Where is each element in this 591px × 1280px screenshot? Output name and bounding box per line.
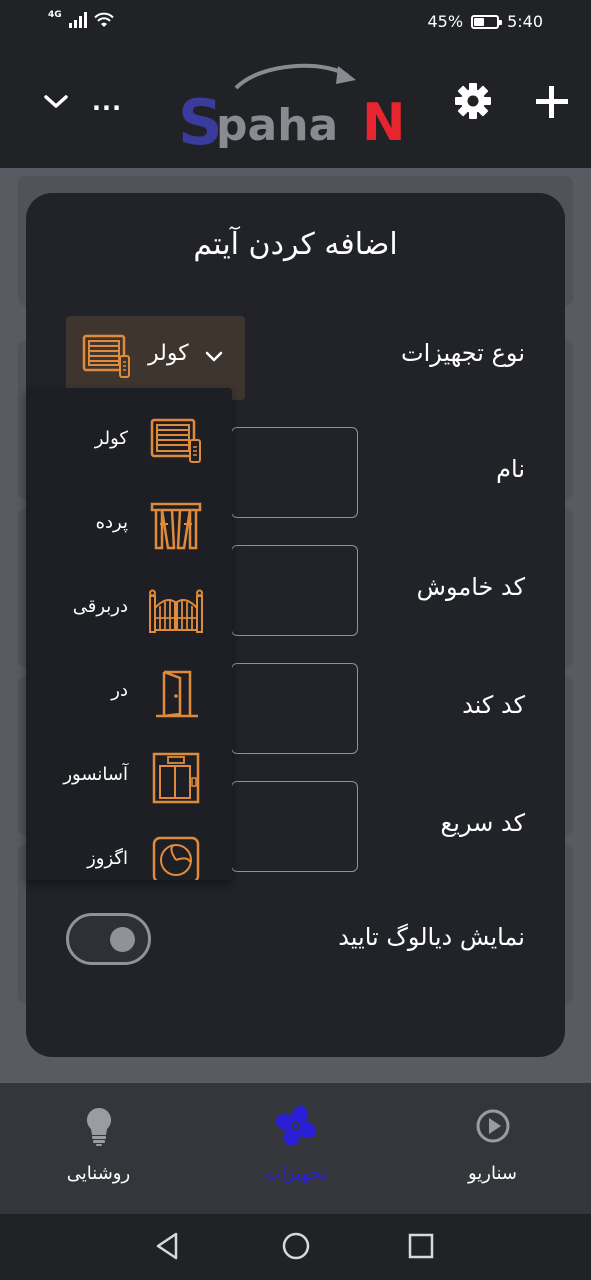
nav-item-devices[interactable]: تجهیزات [197,1083,394,1214]
menu-item-label: دربرقی [72,596,128,617]
more-icon: ... [91,88,123,116]
name-field[interactable] [231,427,358,518]
add-button[interactable] [530,80,574,124]
nav-label: سناریو [468,1163,517,1184]
menu-item-label: آسانسور [63,764,128,785]
menu-item-label: اگزوز [87,848,128,869]
system-home-button[interactable] [280,1230,312,1262]
status-bar: 4G 45% 5:40 [0,0,591,44]
toggle-knob [110,927,135,952]
collapse-button[interactable] [38,84,74,120]
slow-code-label: کد کند [462,691,525,719]
elevator-icon [152,752,200,804]
system-navigation-bar [0,1214,591,1280]
menu-item-label: در [111,680,128,701]
app-bar: ... S paha N [0,44,591,168]
name-label: نام [496,455,525,483]
back-triangle-icon [156,1232,178,1260]
exhaust-fan-icon [152,836,200,880]
fan-icon [275,1105,317,1147]
bottom-navigation: روشنایی تجهیزات سناریو [0,1083,591,1214]
menu-item-label: کولر [94,428,128,449]
confirm-dialog-label: نمایش دیالوگ تایید [338,923,525,951]
cooler-icon [150,418,201,463]
curtain-icon [150,502,202,550]
device-type-selected: کولر [148,341,189,366]
clock: 5:40 [507,12,543,31]
dialog-title: اضافه کردن آیتم [193,227,398,262]
off-code-label: کد خاموش [416,573,525,601]
status-left: 4G [48,10,114,28]
electric-gate-icon [149,589,203,633]
nav-label: روشنایی [66,1163,131,1184]
menu-item-curtain[interactable]: پرده [26,484,232,568]
chevron-down-icon [44,95,68,108]
settings-button[interactable] [452,80,494,122]
chevron-down-icon [205,351,223,362]
system-back-button[interactable] [152,1230,184,1262]
menu-item-elevator[interactable]: آسانسور [26,736,232,820]
door-icon [156,670,198,718]
wifi-icon [93,12,114,27]
menu-item-exhaust-fan[interactable]: اگزوز [26,820,232,880]
svg-text:paha: paha [216,100,338,148]
slow-code-field[interactable] [231,663,358,754]
device-type-menu: کولر پرده دربرقی در آسانسور اگزوز [26,388,232,880]
lightbulb-icon [86,1107,112,1146]
system-recents-button[interactable] [405,1230,437,1262]
spahan-logo: S paha N [178,63,406,148]
home-circle-icon [282,1232,310,1260]
nav-item-lighting[interactable]: روشنایی [0,1083,197,1214]
nav-label: تجهیزات [264,1163,327,1184]
off-code-field[interactable] [231,545,358,636]
menu-item-cooler[interactable]: کولر [26,400,232,484]
device-type-label: نوع تجهیزات [400,339,525,367]
gear-icon [455,83,491,119]
menu-item-door[interactable]: در [26,652,232,736]
recents-square-icon [408,1233,434,1259]
fast-code-label: کد سریع [440,809,525,837]
battery-icon [471,14,503,29]
network-type: 4G [48,10,62,20]
plus-icon [536,86,568,118]
cooler-icon [82,334,130,378]
battery-percent: 45% [427,12,464,31]
battery-fill [474,17,484,26]
menu-item-electric-gate[interactable]: دربرقی [26,568,232,652]
status-right: 45% 5:40 [428,12,544,31]
menu-item-label: پرده [95,512,128,533]
fast-code-field[interactable] [231,781,358,872]
play-circle-icon [476,1109,510,1143]
nav-item-scenario[interactable]: سناریو [394,1083,591,1214]
more-button[interactable]: ... [88,84,126,120]
signal-icon [68,12,87,28]
svg-text:N: N [362,93,406,148]
confirm-dialog-toggle[interactable] [66,913,151,965]
